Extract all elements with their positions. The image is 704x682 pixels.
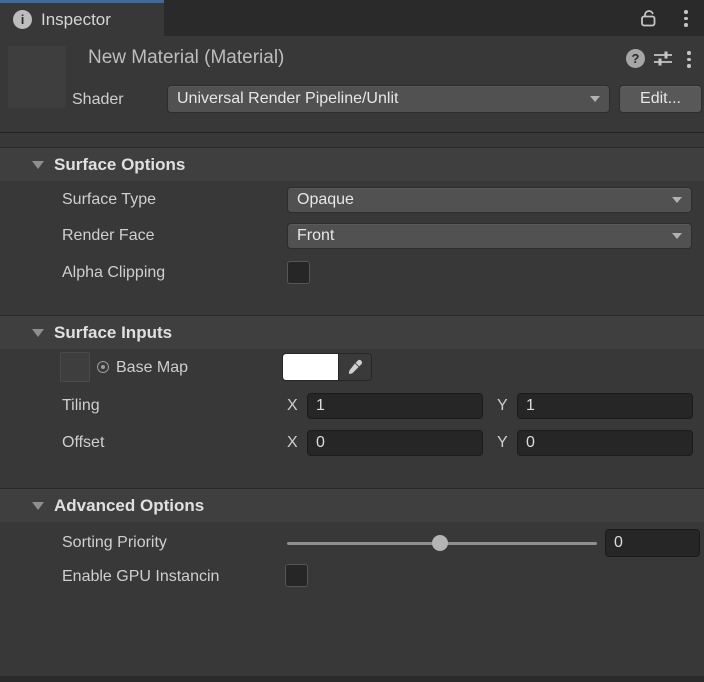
sorting-priority-slider-handle[interactable] bbox=[432, 535, 448, 551]
material-header: New Material (Material) ? Shader Univers… bbox=[0, 36, 704, 133]
section-title: Surface Inputs bbox=[54, 323, 172, 343]
base-map-texture-slot[interactable] bbox=[60, 352, 90, 382]
shader-edit-button[interactable]: Edit... bbox=[619, 85, 702, 113]
section-surface-options[interactable]: Surface Options bbox=[0, 147, 704, 181]
section-title: Surface Options bbox=[54, 155, 185, 175]
offset-y-input[interactable] bbox=[517, 430, 693, 456]
render-face-value: Front bbox=[297, 227, 334, 245]
help-icon[interactable]: ? bbox=[626, 49, 645, 68]
foldout-triangle-icon[interactable] bbox=[32, 502, 44, 510]
shader-dropdown-value: Universal Render Pipeline/Unlit bbox=[177, 90, 398, 108]
section-title: Advanced Options bbox=[54, 496, 204, 516]
offset-y-label: Y bbox=[497, 430, 508, 456]
foldout-triangle-icon[interactable] bbox=[32, 161, 44, 169]
gpu-instancing-checkbox[interactable] bbox=[285, 564, 308, 587]
sorting-priority-input[interactable] bbox=[605, 529, 700, 557]
offset-x-input[interactable] bbox=[307, 430, 483, 456]
base-map-label: Base Map bbox=[116, 355, 188, 381]
tiling-y-input[interactable] bbox=[517, 393, 693, 419]
surface-type-dropdown[interactable]: Opaque bbox=[287, 187, 692, 213]
section-surface-inputs[interactable]: Surface Inputs bbox=[0, 315, 704, 349]
material-menu-kebab-icon[interactable] bbox=[687, 51, 691, 68]
tab-label: Inspector bbox=[41, 10, 111, 30]
eyedropper-icon bbox=[346, 358, 364, 376]
base-map-color-control bbox=[282, 353, 372, 381]
chevron-down-icon bbox=[672, 197, 682, 203]
surface-type-label: Surface Type bbox=[62, 187, 156, 213]
inspector-panel: i Inspector New Material (Material) ? Sh… bbox=[0, 0, 704, 682]
base-map-color-swatch[interactable] bbox=[283, 354, 338, 380]
surface-type-value: Opaque bbox=[297, 191, 354, 209]
presets-icon[interactable] bbox=[653, 50, 673, 67]
tiling-x-input[interactable] bbox=[307, 393, 483, 419]
tiling-y-label: Y bbox=[497, 393, 508, 419]
gpu-instancing-label: Enable GPU Instancin bbox=[62, 564, 284, 590]
tiling-x-label: X bbox=[287, 393, 298, 419]
object-picker-icon[interactable] bbox=[97, 361, 109, 373]
material-title: New Material (Material) bbox=[88, 47, 284, 69]
tab-inspector[interactable]: i Inspector bbox=[0, 0, 164, 36]
panel-bottom-edge bbox=[0, 676, 704, 682]
offset-label: Offset bbox=[62, 430, 104, 456]
alpha-clipping-label: Alpha Clipping bbox=[62, 260, 165, 286]
eyedropper-button[interactable] bbox=[338, 354, 371, 380]
sorting-priority-label: Sorting Priority bbox=[62, 529, 167, 557]
render-face-dropdown[interactable]: Front bbox=[287, 223, 692, 249]
info-icon: i bbox=[13, 10, 32, 29]
alpha-clipping-checkbox[interactable] bbox=[287, 261, 310, 284]
foldout-triangle-icon[interactable] bbox=[32, 329, 44, 337]
render-face-label: Render Face bbox=[62, 223, 155, 249]
tiling-label: Tiling bbox=[62, 393, 100, 419]
shader-label: Shader bbox=[72, 86, 124, 114]
offset-x-label: X bbox=[287, 430, 298, 456]
tab-menu-kebab-icon[interactable] bbox=[684, 10, 688, 27]
shader-dropdown[interactable]: Universal Render Pipeline/Unlit bbox=[167, 85, 610, 113]
material-preview-thumbnail[interactable] bbox=[8, 46, 66, 108]
chevron-down-icon bbox=[672, 233, 682, 239]
unlock-icon[interactable] bbox=[637, 7, 659, 29]
section-advanced-options[interactable]: Advanced Options bbox=[0, 488, 704, 522]
chevron-down-icon bbox=[590, 96, 600, 102]
tab-bar: i Inspector bbox=[0, 0, 704, 36]
